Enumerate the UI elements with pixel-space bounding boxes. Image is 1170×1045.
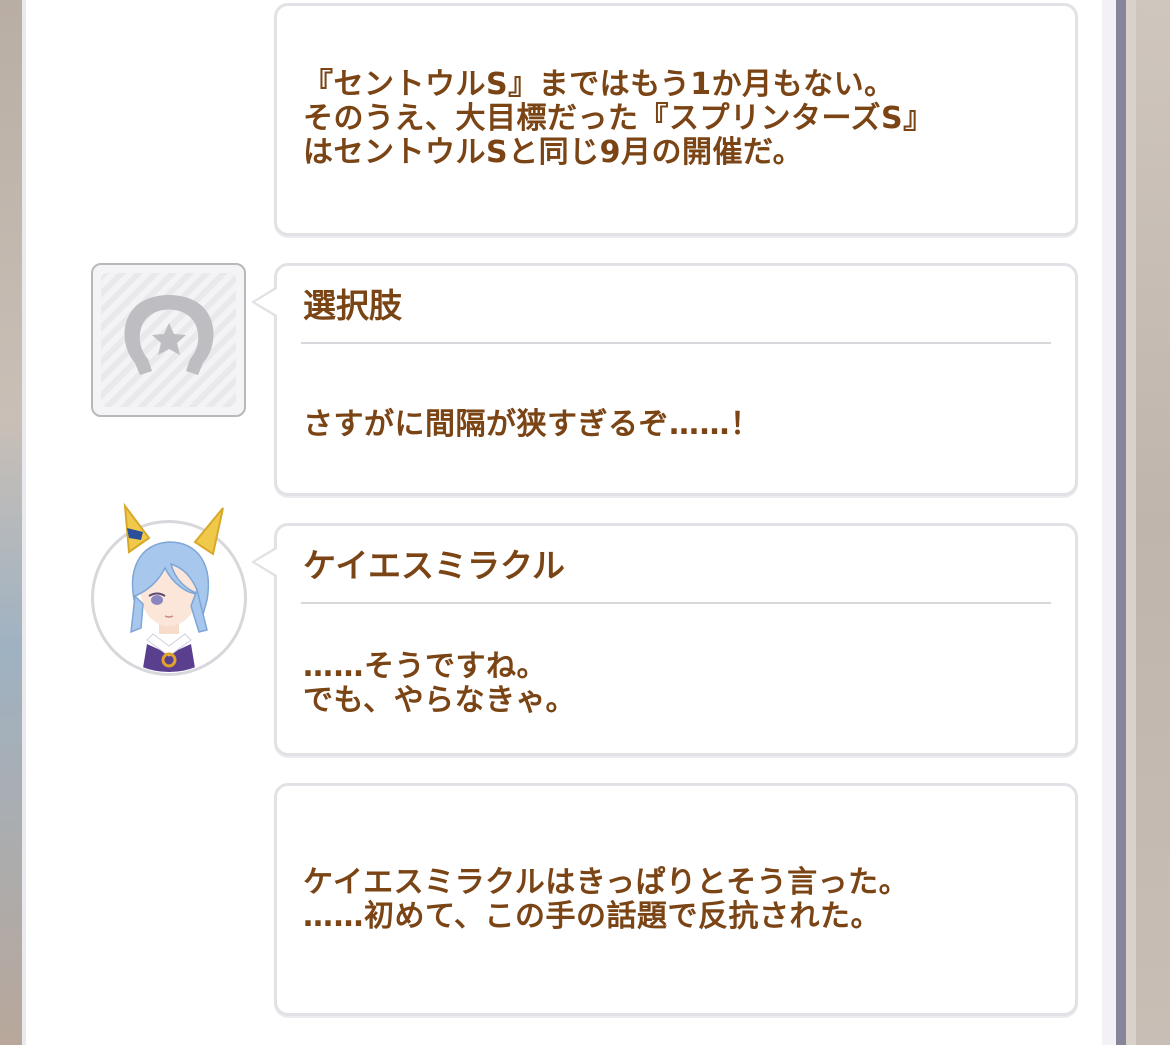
scrollbar-track[interactable] (1102, 0, 1116, 1045)
speaker-name: 選択肢 (303, 286, 402, 325)
divider (301, 602, 1051, 604)
narration-text: ケイエスミラクルはきっぱりとそう言った。 ……初めて、この手の話題で反抗された。 (303, 865, 910, 934)
character-portrait-icon (119, 502, 224, 672)
background-right-strip (1136, 0, 1170, 1045)
choice-text: さすがに間隔が狭すぎるぞ……！ (303, 407, 761, 442)
narration-bubble: 『セントウルS』まではもう1か月もない。 そのうえ、大目標だった『スプリンターズ… (274, 3, 1078, 236)
dialogue-bubble: ケイエスミラクル ……そうですね。 でも、やらなきゃ。 (251, 523, 1078, 756)
character-avatar[interactable] (91, 502, 247, 676)
choice-bubble[interactable]: 選択肢 さすがに間隔が狭すぎるぞ……！ (251, 263, 1078, 496)
choice-avatar (91, 263, 246, 417)
speaker-name: ケイエスミラクル (303, 546, 566, 585)
dialogue-text: ……そうですね。 でも、やらなきゃ。 (303, 649, 576, 718)
horseshoe-star-icon (124, 295, 214, 375)
narration-text: 『セントウルS』まではもう1か月もない。 そのうえ、大目標だった『スプリンターズ… (303, 67, 934, 170)
narration-bubble: ケイエスミラクルはきっぱりとそう言った。 ……初めて、この手の話題で反抗された。 (274, 783, 1078, 1016)
background-left-strip (0, 0, 22, 1045)
divider (301, 342, 1051, 344)
